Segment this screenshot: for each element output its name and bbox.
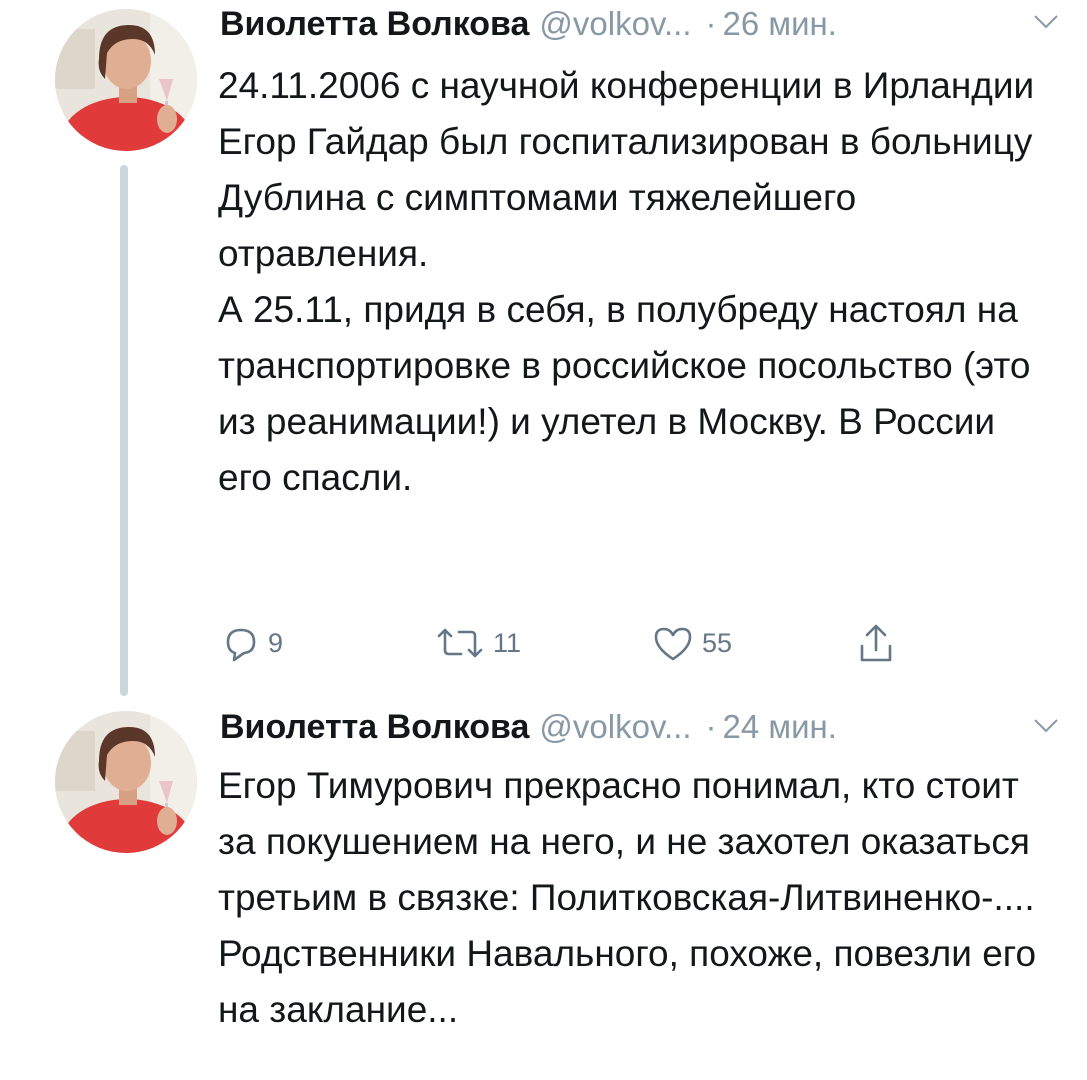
timestamp[interactable]: 24 мин.	[723, 708, 837, 746]
retweet-button[interactable]: 11	[433, 618, 521, 668]
share-icon	[860, 624, 892, 662]
avatar-photo	[55, 9, 197, 151]
like-button[interactable]: 55	[650, 618, 732, 668]
tweet-text: Егор Тимурович прекрасно понимал, кто ст…	[218, 758, 1058, 1038]
tweet-paragraph: Егор Тимурович прекрасно понимал, кто ст…	[218, 765, 1037, 1030]
reply-count: 9	[268, 627, 284, 658]
retweet-count: 11	[493, 627, 522, 658]
chevron-down-icon[interactable]	[1033, 718, 1059, 734]
tweet-paragraph: А 25.11, придя в себя, в полубреду насто…	[218, 289, 1031, 498]
heart-icon	[654, 627, 692, 661]
timestamp[interactable]: 26 мин.	[723, 5, 837, 43]
separator-dot: ·	[705, 5, 717, 42]
tweet-header: Виолетта Волкова @volkov... · 26 мин.	[220, 5, 1060, 49]
avatar-photo	[55, 711, 197, 853]
avatar[interactable]	[55, 711, 197, 853]
share-button[interactable]	[854, 618, 898, 668]
reply-button[interactable]: 9	[220, 618, 283, 668]
author-handle[interactable]: @volkov...	[539, 708, 691, 746]
tweet-actions: 9 11 55	[220, 618, 920, 668]
chevron-down-icon[interactable]	[1033, 14, 1059, 30]
separator-dot: ·	[705, 708, 717, 745]
tweet-text: 24.11.2006 с научной конференции в Ирлан…	[218, 58, 1058, 506]
author-name[interactable]: Виолетта Волкова	[220, 708, 529, 747]
tweet: Виолетта Волкова @volkov... · 24 мин. Ег…	[0, 700, 1087, 1080]
tweet-paragraph: 24.11.2006 с научной конференции в Ирлан…	[218, 65, 1035, 274]
retweet-icon	[437, 628, 483, 658]
author-name[interactable]: Виолетта Волкова	[220, 5, 529, 44]
avatar[interactable]	[55, 9, 197, 151]
like-count: 55	[702, 627, 733, 658]
author-handle[interactable]: @volkov...	[539, 5, 691, 43]
tweet-header: Виолетта Волкова @volkov... · 24 мин.	[220, 708, 1060, 752]
thread-connector-line	[120, 165, 128, 696]
reply-icon	[226, 628, 256, 662]
tweet: Виолетта Волкова @volkov... · 26 мин. 24…	[0, 0, 1087, 700]
